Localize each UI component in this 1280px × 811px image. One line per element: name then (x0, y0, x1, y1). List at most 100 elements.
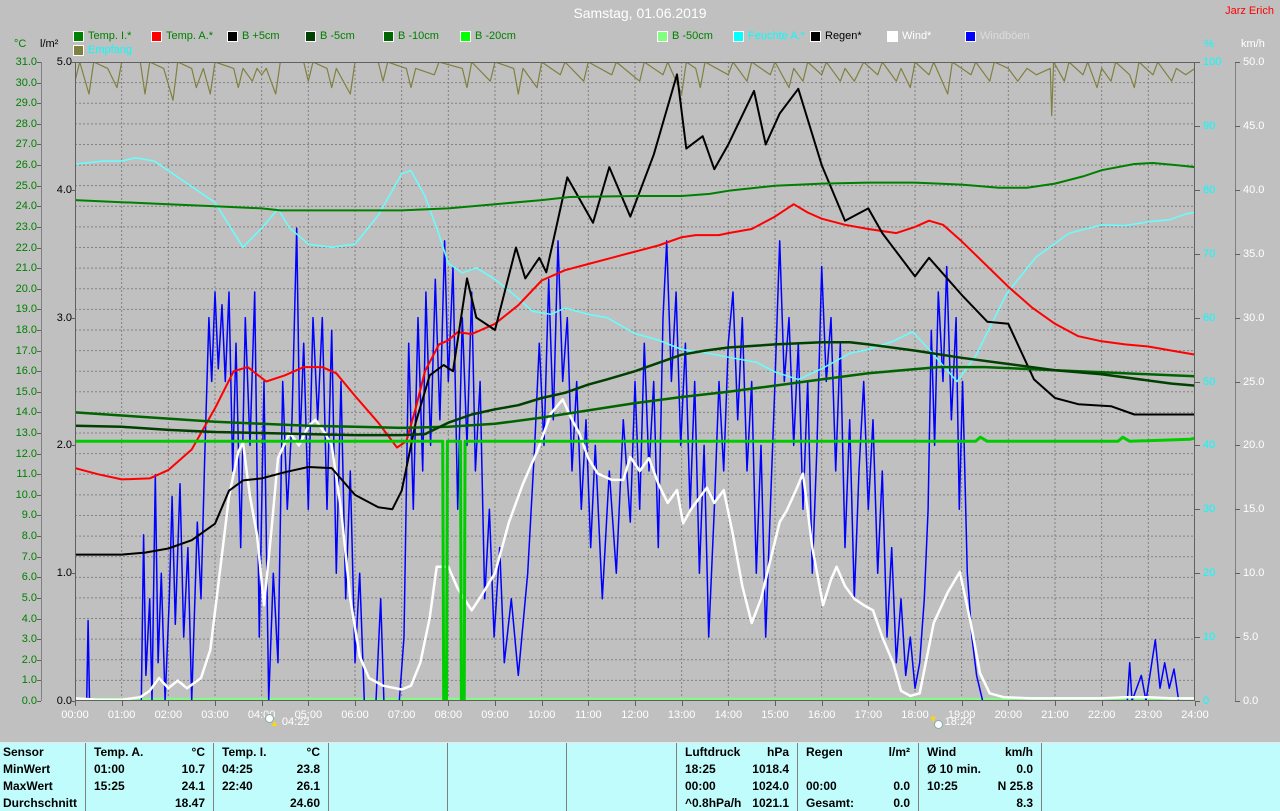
x-axis-tick-mark (1055, 701, 1056, 706)
table-header-sensor: Temp. I. (222, 745, 266, 759)
legend-item-b-20cm[interactable]: B -20cm (460, 30, 516, 42)
celsius-tick-label: 2.0 (3, 654, 37, 666)
table-cell-value: 0.0 (893, 779, 910, 793)
celsius-tick-mark (37, 165, 41, 166)
celsius-tick-label: 12.0 (3, 448, 37, 460)
legend-item-b-50cm[interactable]: B -50cm (657, 30, 713, 42)
percent-tick-mark (1195, 637, 1200, 638)
percent-tick-mark (1195, 382, 1200, 383)
kmh-tick-label: 25.0 (1243, 376, 1277, 388)
table-cell-value: 8.3 (1016, 796, 1033, 810)
celsius-tick-mark (37, 103, 41, 104)
lm2-tick-mark (71, 573, 75, 574)
celsius-tick-label: 11.0 (3, 468, 37, 480)
kmh-tick-label: 45.0 (1243, 120, 1277, 132)
legend-item-b-5cm[interactable]: B -5cm (305, 30, 355, 42)
legend-swatch-icon (887, 31, 898, 42)
legend-item-windb-en[interactable]: Windböen (965, 30, 1030, 42)
legend-swatch-icon (810, 31, 821, 42)
kmh-tick-mark (1235, 509, 1240, 510)
celsius-tick-mark (37, 660, 41, 661)
celsius-tick-label: 26.0 (3, 159, 37, 171)
celsius-tick-label: 4.0 (3, 613, 37, 625)
legend-item-empfang[interactable]: Empfang (73, 44, 132, 56)
legend-label: Windböen (980, 30, 1030, 42)
celsius-tick-mark (37, 248, 41, 249)
kmh-tick-label: 30.0 (1243, 312, 1277, 324)
x-axis-tick-mark (728, 701, 729, 706)
kmh-tick-label: 10.0 (1243, 567, 1277, 579)
kmh-tick-mark (1235, 573, 1240, 574)
x-axis-label: 14:00 (706, 709, 750, 721)
kmh-tick-mark (1235, 637, 1240, 638)
legend-swatch-icon (151, 31, 162, 42)
table-row-labels-column: SensorMinWertMaxWertDurchschnitt (0, 743, 86, 811)
x-axis-label: 22:00 (1080, 709, 1124, 721)
table-header-cell: Temp. A.°C (86, 743, 213, 760)
table-cell-time: Ø 10 min. (927, 762, 981, 776)
legend-item-regen-[interactable]: Regen* (810, 30, 862, 42)
celsius-tick-label: 5.0 (3, 592, 37, 604)
table-cell-time: 18:25 (685, 762, 716, 776)
lm2-tick-label: 1.0 (38, 567, 72, 579)
table-cell: 00:000.0 (798, 777, 918, 794)
x-axis-tick-mark (682, 701, 683, 706)
table-header-sensor: Wind (927, 745, 956, 759)
legend-label: Wind* (902, 30, 931, 42)
table-cell (448, 777, 566, 794)
table-header-unit: hPa (767, 745, 789, 759)
x-axis-tick-mark (308, 701, 309, 706)
celsius-tick-label: 6.0 (3, 571, 37, 583)
x-axis-tick-mark (588, 701, 589, 706)
summary-table: SensorMinWertMaxWertDurchschnittTemp. A.… (0, 742, 1280, 811)
legend-item-b-5cm[interactable]: B +5cm (227, 30, 280, 42)
legend-item-temp-a-[interactable]: Temp. A.* (151, 30, 213, 42)
celsius-tick-mark (37, 309, 41, 310)
legend-swatch-icon (965, 31, 976, 42)
sunset-marker: ▼ 18:24 (929, 715, 973, 728)
table-cell-value: 24.60 (290, 796, 320, 810)
legend-label: Empfang (88, 44, 132, 56)
x-axis-label: 00:00 (53, 709, 97, 721)
percent-tick-mark (1195, 445, 1200, 446)
percent-tick-mark (1195, 254, 1200, 255)
x-axis-tick-mark (1148, 701, 1149, 706)
axis-unit-lm2: l/m² (40, 38, 58, 50)
table-header-cell: Regenl/m² (798, 743, 918, 760)
x-axis-tick-mark (868, 701, 869, 706)
percent-tick-label: 70 (1203, 248, 1233, 260)
percent-tick-mark (1195, 318, 1200, 319)
table-header-cell: LuftdruckhPa (677, 743, 797, 760)
celsius-tick-label: 18.0 (3, 324, 37, 336)
x-axis-tick-mark (75, 701, 76, 706)
x-axis-label: 13:00 (660, 709, 704, 721)
kmh-tick-label: 5.0 (1243, 631, 1277, 643)
celsius-tick-mark (37, 557, 41, 558)
plot-area[interactable] (75, 62, 1195, 701)
x-axis-label: 08:00 (426, 709, 470, 721)
table-column-regen: Regenl/m²00:000.0Gesamt:0.0 (798, 743, 919, 811)
table-cell (1042, 760, 1280, 777)
legend-item-b-10cm[interactable]: B -10cm (383, 30, 439, 42)
legend-item-temp-i-[interactable]: Temp. I.* (73, 30, 131, 42)
x-axis-tick-mark (355, 701, 356, 706)
table-header-cell (1042, 743, 1280, 760)
table-header-cell (567, 743, 676, 760)
table-cell (448, 794, 566, 811)
table-cell (329, 777, 447, 794)
table-header-unit: °C (307, 745, 320, 759)
legend-label: Temp. I.* (88, 30, 131, 42)
legend-swatch-icon (733, 31, 744, 42)
celsius-tick-mark (37, 124, 41, 125)
legend-item-wind-[interactable]: Wind* (887, 30, 931, 42)
celsius-tick-label: 31.0 (3, 56, 37, 68)
celsius-tick-mark (37, 268, 41, 269)
table-header-cell (448, 743, 566, 760)
legend-item-feuchte-a-[interactable]: Feuchte A.* (733, 30, 805, 42)
x-axis-tick-mark (1102, 701, 1103, 706)
table-cell-value: 1018.4 (752, 762, 789, 776)
celsius-tick-mark (37, 515, 41, 516)
table-cell-time: 15:25 (94, 779, 125, 793)
legend-swatch-icon (305, 31, 316, 42)
x-axis-tick-mark (122, 701, 123, 706)
